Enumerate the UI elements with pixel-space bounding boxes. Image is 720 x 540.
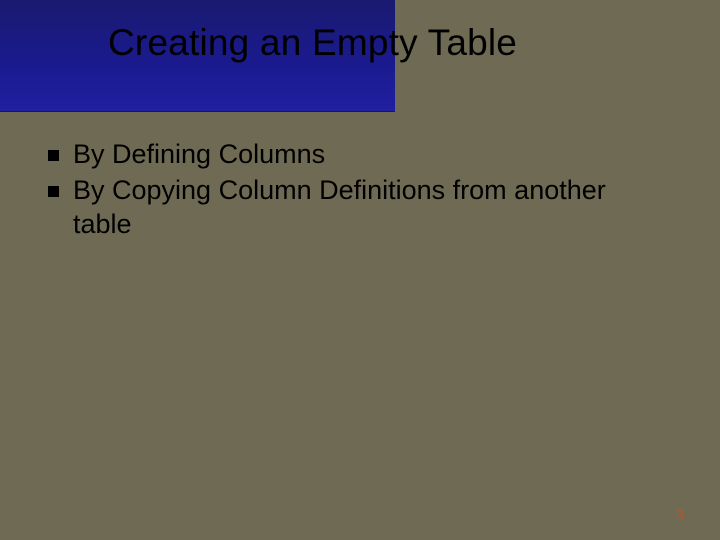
list-item-text: By Copying Column Definitions from anoth… [73,174,668,242]
square-bullet-icon [48,186,59,197]
slide-body: By Defining Columns By Copying Column De… [48,138,668,243]
list-item: By Defining Columns [48,138,668,172]
list-item: By Copying Column Definitions from anoth… [48,174,668,242]
list-item-text: By Defining Columns [73,138,325,172]
slide-title: Creating an Empty Table [108,22,517,64]
page-number: 3 [676,507,684,524]
slide: Creating an Empty Table By Defining Colu… [0,0,720,540]
square-bullet-icon [48,150,59,161]
